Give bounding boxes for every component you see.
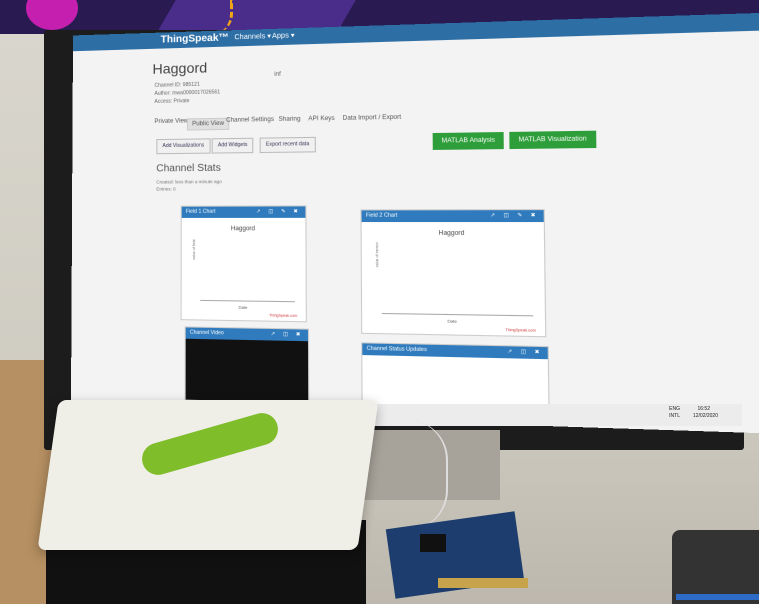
matlab-visualization-button[interactable]: MATLAB Visualization bbox=[509, 130, 597, 150]
nav-channels[interactable]: Channels ▾ bbox=[234, 32, 271, 41]
add-visualizations-button[interactable]: Add Visualizations bbox=[156, 138, 211, 155]
thingspeak-logo[interactable]: ThingSpeak™ bbox=[161, 32, 229, 45]
keyboard-backlight bbox=[676, 594, 759, 600]
x-axis-label: Date bbox=[447, 318, 457, 324]
chart-title: Haggord bbox=[438, 230, 465, 238]
chart-title: Haggord bbox=[230, 226, 256, 233]
chart-axis bbox=[200, 248, 295, 303]
keyboard-layout-indicator[interactable]: INTL bbox=[669, 413, 680, 419]
chart-axis bbox=[381, 260, 534, 317]
nav-apps[interactable]: Apps ▾ bbox=[272, 31, 295, 40]
usb-cable bbox=[386, 420, 448, 530]
microbit-edge-pins bbox=[438, 578, 528, 588]
channel-stats-title: Channel Stats bbox=[156, 162, 221, 175]
decorative-circle bbox=[26, 0, 78, 30]
tab-channel-settings[interactable]: Channel Settings bbox=[226, 117, 274, 124]
tab-public-view[interactable]: Public View bbox=[186, 117, 230, 131]
keyboard bbox=[672, 530, 759, 604]
channel-title: Haggord bbox=[152, 59, 208, 77]
card-action-icons[interactable]: ↗ ◫ ✎ ✖ bbox=[256, 209, 301, 215]
field-1-chart-card: Field 1 Chart ↗ ◫ ✎ ✖ Haggord value of f… bbox=[180, 205, 307, 323]
tab-sharing[interactable]: Sharing bbox=[279, 116, 301, 123]
channel-tag: inf bbox=[274, 71, 281, 78]
tab-data-import-export[interactable]: Data Import / Export bbox=[343, 115, 402, 122]
clock-time[interactable]: 16:52 bbox=[697, 406, 710, 412]
microbit-display-module bbox=[420, 534, 446, 552]
card-action-icons[interactable]: ↗ ◫ ✖ bbox=[507, 349, 543, 356]
matlab-analysis-button[interactable]: MATLAB Analysis bbox=[432, 132, 505, 150]
tab-private-view[interactable]: Private View bbox=[154, 118, 188, 125]
stat-entries: Entries: 0 bbox=[156, 186, 176, 192]
y-axis-label: value of sensor bbox=[374, 242, 380, 268]
add-widgets-button[interactable]: Add Widgets bbox=[211, 137, 254, 154]
tab-api-keys[interactable]: API Keys bbox=[308, 116, 334, 123]
language-indicator[interactable]: ENG bbox=[669, 406, 680, 412]
export-recent-data-button[interactable]: Export recent data bbox=[259, 136, 316, 154]
x-axis-label: Date bbox=[238, 304, 248, 310]
card-action-icons[interactable]: ↗ ◫ ✖ bbox=[271, 331, 304, 338]
channel-id: Channel ID: 985121 bbox=[154, 81, 200, 89]
y-axis-label: value of field bbox=[191, 239, 196, 260]
monitor-screen: ThingSpeak™ Channels ▾ Apps ▾ Haggord Ch… bbox=[70, 11, 759, 435]
chart-watermark: ThingSpeak.com bbox=[505, 327, 536, 333]
sensor-kit-tray bbox=[37, 400, 379, 550]
field-2-chart-card: Field 2 Chart ↗ ◫ ✎ ✖ Haggord value of s… bbox=[360, 209, 547, 338]
channel-access: Access: Private bbox=[154, 98, 190, 105]
stat-created: Created: less than a minute ago bbox=[156, 179, 222, 185]
card-action-icons[interactable]: ↗ ◫ ✎ ✖ bbox=[490, 212, 539, 219]
channel-video-card: Channel Video ↗ ◫ ✖ bbox=[184, 326, 310, 405]
channel-author: Author: mwa0000017026561 bbox=[154, 89, 221, 97]
clock-date[interactable]: 12/02/2020 bbox=[693, 413, 718, 419]
chart-watermark: ThingSpeak.com bbox=[269, 313, 298, 318]
